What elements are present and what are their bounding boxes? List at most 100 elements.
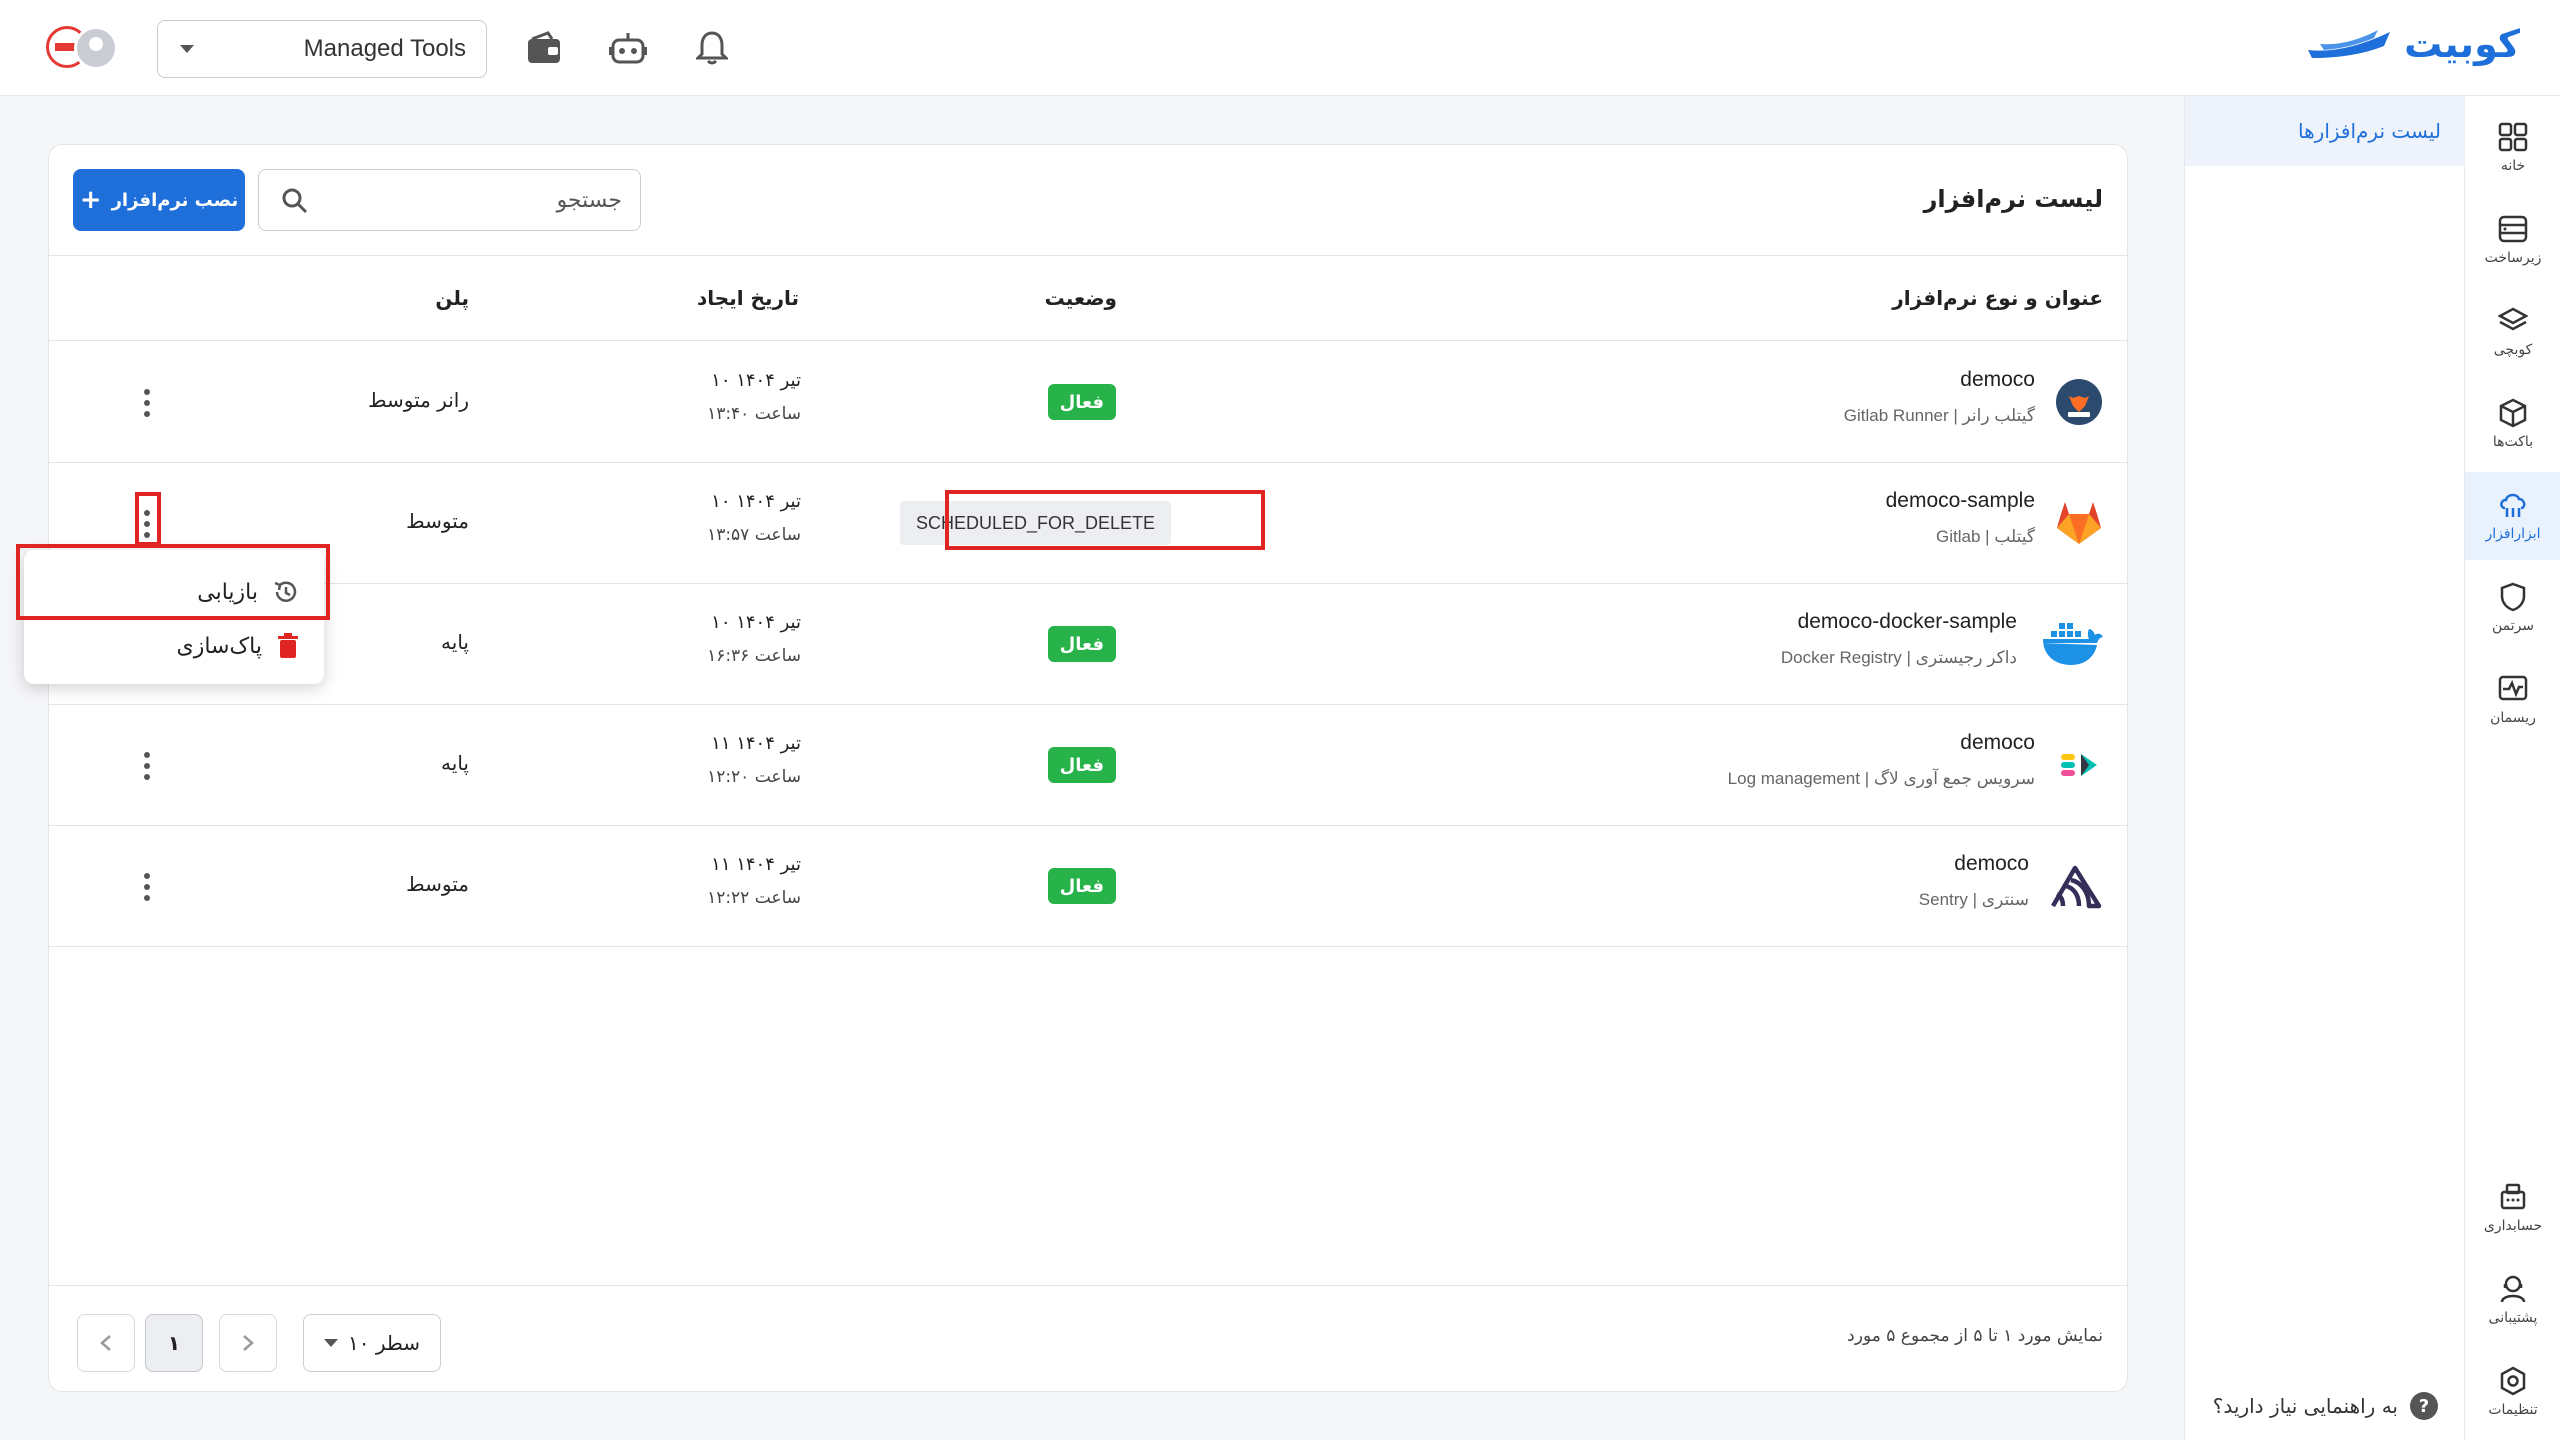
app-name[interactable]: democo	[1954, 852, 2029, 876]
robot-icon[interactable]	[606, 26, 650, 70]
status-badge: فعال	[1047, 384, 1116, 420]
sidebar-item-accounting[interactable]: حسابداری	[2465, 1164, 2560, 1252]
help-icon: ?	[2410, 1392, 2438, 1420]
row-actions-kebab-icon[interactable]	[137, 386, 157, 420]
chevron-right-icon	[243, 1335, 254, 1351]
row-actions-kebab-icon[interactable]	[137, 870, 157, 904]
sidebar-item-tools[interactable]: ابزارافزار	[2465, 472, 2560, 560]
plan-label: رانر متوسط	[368, 388, 469, 412]
brand-name: کوبیت	[2404, 22, 2520, 66]
grid-icon	[2498, 122, 2528, 152]
app-name[interactable]: democo	[1960, 731, 2035, 755]
row-actions-kebab-icon[interactable]	[137, 749, 157, 783]
created-date: ۱۰ تیر ۱۴۰۴	[711, 370, 801, 391]
sidebar-item-risman[interactable]: ریسمان	[2465, 656, 2560, 744]
created-date: ۱۰ تیر ۱۴۰۴	[711, 612, 801, 633]
sidebar: خانه زیرساخت کوبچی باکت‌ها ابزارافزار سر…	[2464, 96, 2560, 1440]
table-row[interactable]: democo-docker-sample Docker Registry | د…	[49, 584, 2127, 705]
ship-icon	[2308, 30, 2391, 58]
sidebar-item-home[interactable]: خانه	[2465, 104, 2560, 192]
sidebar-item-sartaman[interactable]: سرتمن	[2465, 564, 2560, 652]
sidebar-item-label: سرتمن	[2491, 618, 2535, 634]
gitlab-runner-logo	[2055, 378, 2103, 426]
rows-per-page-select[interactable]: ۱۰ سطر	[303, 1314, 441, 1372]
plan-label: پایه	[441, 751, 469, 775]
created-date: ۱۱ تیر ۱۴۰۴	[711, 854, 801, 875]
app-type: Log management | سرویس جمع آوری لاگ	[1727, 769, 2035, 788]
install-software-label: نصب نرم‌افزار	[111, 189, 239, 211]
table-row[interactable]: democo Log management | سرویس جمع آوری ل…	[49, 705, 2127, 826]
app-type: Gitlab Runner | گیتلب رانر	[1843, 406, 2035, 425]
project-select-value: Managed Tools	[303, 35, 466, 62]
table-header: عنوان و نوع نرم‌افزار وضعیت تاریخ ایجاد …	[49, 255, 2127, 341]
chevron-down-icon	[180, 45, 194, 53]
rows-per-page-value: ۱۰ سطر	[347, 1331, 421, 1355]
install-software-button[interactable]: + نصب نرم‌افزار	[73, 169, 245, 231]
app-name[interactable]: democo-sample	[1886, 489, 2035, 513]
user-menu[interactable]	[46, 22, 126, 74]
bell-icon[interactable]	[690, 26, 734, 70]
cloud-tools-icon	[2500, 493, 2526, 517]
avatar[interactable]	[74, 26, 118, 70]
sidebar-item-label: کوبچی	[2493, 342, 2533, 358]
docker-logo	[2041, 620, 2103, 668]
highlight-restore	[16, 544, 330, 620]
page-title: لیست نرم‌افزار	[1923, 185, 2103, 213]
created-time: ساعت ۱۲:۲۰	[707, 767, 801, 787]
sidebar-item-buckets[interactable]: باکت‌ها	[2465, 380, 2560, 468]
plan-label: متوسط	[406, 872, 469, 896]
purge-menu-item[interactable]: پاک‌سازی	[24, 620, 324, 672]
wallet-icon[interactable]	[522, 26, 566, 70]
support-icon	[2500, 1275, 2526, 1303]
shield-icon	[2500, 582, 2526, 612]
search-input[interactable]	[342, 184, 622, 216]
page-button-current[interactable]: ۱	[145, 1314, 203, 1372]
search-icon[interactable]	[281, 187, 309, 215]
highlight-status	[945, 490, 1265, 550]
column-header-plan: پلن	[435, 286, 469, 310]
created-time: ساعت ۱۳:۴۰	[707, 404, 801, 424]
created-time: ساعت ۱۳:۵۷	[707, 525, 801, 545]
brand-logo[interactable]: کوبیت	[2304, 22, 2520, 66]
app-type: Sentry | سنتری	[1918, 890, 2029, 909]
table-row[interactable]: democo Sentry | سنتری فعال ۱۱ تیر ۱۴۰۴ س…	[49, 826, 2127, 947]
search-box	[258, 169, 641, 231]
elastic-logo	[2055, 741, 2103, 789]
top-bar: کوبیت Managed Tools	[0, 0, 2560, 96]
highlight-kebab	[135, 492, 161, 546]
subnav-item-software-list[interactable]: لیست نرم‌افزارها	[2185, 96, 2465, 166]
layers-icon	[2498, 307, 2528, 331]
status-badge: فعال	[1047, 747, 1116, 783]
next-page-button[interactable]	[219, 1314, 277, 1372]
table-row[interactable]: democo Gitlab Runner | گیتلب رانر فعال ۱…	[49, 342, 2127, 463]
table-footer: نمایش مورد ۱ تا ۵ از مجموع ۵ مورد ۱۰ سطر…	[49, 1285, 2127, 1391]
box-icon	[2499, 398, 2527, 428]
prev-page-button[interactable]	[77, 1314, 135, 1372]
purge-label: پاک‌سازی	[176, 633, 263, 659]
pagination-info: نمایش مورد ۱ تا ۵ از مجموع ۵ مورد	[1847, 1326, 2103, 1346]
help-link[interactable]: به راهنمایی نیاز دارید؟ ?	[2213, 1392, 2438, 1420]
app-name[interactable]: democo	[1960, 368, 2035, 392]
sidebar-item-support[interactable]: پشتیبانی	[2465, 1256, 2560, 1344]
gitlab-logo	[2055, 499, 2103, 547]
sidebar-item-settings[interactable]: تنظیمات	[2465, 1348, 2560, 1436]
created-time: ساعت ۱۲:۲۲	[707, 888, 801, 908]
sub-navigation: لیست نرم‌افزارها به راهنمایی نیاز دارید؟…	[2184, 96, 2465, 1440]
column-header-created: تاریخ ایجاد	[697, 286, 799, 310]
software-list-card: لیست نرم‌افزار + نصب نرم‌افزار عنوان و ن…	[48, 144, 2128, 1392]
created-time: ساعت ۱۶:۳۶	[707, 646, 801, 666]
sidebar-item-label: ابزارافزار	[2485, 526, 2541, 542]
sidebar-item-label: ریسمان	[2490, 710, 2536, 726]
project-select[interactable]: Managed Tools	[157, 20, 487, 78]
chevron-down-icon	[323, 1339, 338, 1347]
app-name[interactable]: democo-docker-sample	[1798, 610, 2017, 634]
sidebar-item-infrastructure[interactable]: زیرساخت	[2465, 196, 2560, 284]
sidebar-item-label: خانه	[2500, 158, 2526, 174]
status-badge: فعال	[1047, 626, 1116, 662]
plan-label: متوسط	[406, 509, 469, 533]
sidebar-item-label: تنظیمات	[2488, 1402, 2538, 1418]
help-text: به راهنمایی نیاز دارید؟	[2212, 1394, 2398, 1418]
sidebar-item-kubechi[interactable]: کوبچی	[2465, 288, 2560, 376]
monitor-icon	[2498, 675, 2528, 701]
sidebar-item-label: حسابداری	[2483, 1218, 2543, 1234]
